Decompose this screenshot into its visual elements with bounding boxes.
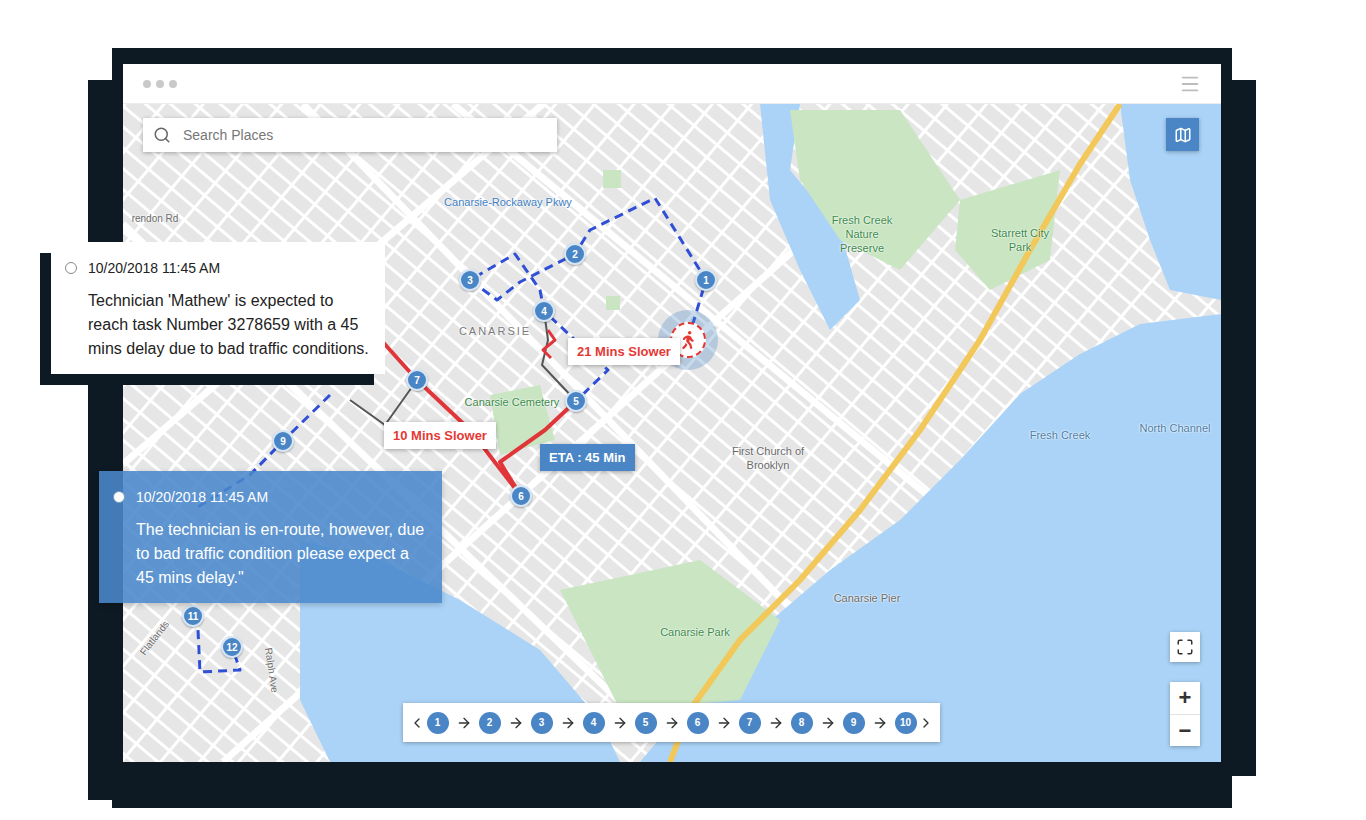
task-marker[interactable]: 4 [533, 300, 555, 322]
window-dots [143, 80, 177, 88]
map-type-button[interactable] [1166, 118, 1199, 151]
step-chip[interactable]: 5 [635, 712, 657, 734]
notification-message: The technician is en-route, however, due… [113, 518, 426, 590]
status-dot [65, 262, 77, 274]
arrow-right-icon [508, 715, 524, 731]
task-marker[interactable]: 6 [510, 485, 532, 507]
arrow-right-icon [768, 715, 784, 731]
title-bar [123, 64, 1221, 104]
step-row: 1 2 3 4 5 6 7 8 9 10 [427, 712, 917, 734]
delay-badge: 10 Mins Slower [384, 422, 496, 449]
task-marker[interactable]: 12 [221, 636, 243, 658]
map[interactable]: Canarsie-Rockaway Pkwy CANARSIE Canarsie C… [123, 104, 1221, 762]
next-button[interactable] [918, 711, 934, 735]
fullscreen-icon [1176, 638, 1194, 656]
map-label: Fresh Creek [1020, 429, 1100, 443]
previous-button[interactable] [409, 711, 425, 735]
map-label: Canarsie Cemetery [457, 396, 567, 410]
step-chip[interactable]: 2 [479, 712, 501, 734]
notification-message: Technician 'Mathew' is expected to reach… [65, 289, 369, 361]
window-dot[interactable] [156, 80, 164, 88]
task-marker[interactable]: 1 [695, 269, 717, 291]
arrow-right-icon [612, 715, 628, 731]
status-dot [113, 491, 125, 503]
backdrop [1220, 80, 1256, 776]
step-arrow [865, 715, 895, 731]
map-label: Fresh Creek Nature Preserve [822, 214, 902, 255]
arrow-right-icon [872, 715, 888, 731]
zoom-out-button[interactable]: − [1170, 714, 1200, 746]
task-marker[interactable]: 3 [459, 269, 481, 291]
step-chip[interactable]: 3 [531, 712, 553, 734]
notification-time: 10/20/2018 11:45 AM [136, 487, 268, 507]
arrow-right-icon [456, 715, 472, 731]
walking-person-icon [679, 331, 697, 349]
zoom-controls: +− [1170, 682, 1200, 746]
arrow-right-icon [820, 715, 836, 731]
window-dot[interactable] [143, 80, 151, 88]
map-label: North Channel [1132, 422, 1218, 436]
step-arrow [449, 715, 479, 731]
task-marker[interactable]: 11 [182, 605, 204, 627]
step-chip[interactable]: 6 [687, 712, 709, 734]
map-label: CANARSIE [450, 325, 540, 339]
city-blocks [123, 104, 1221, 762]
step-arrow [761, 715, 791, 731]
search-box[interactable] [143, 118, 557, 152]
notification-card[interactable]: 10/20/2018 11:45 AM Technician 'Mathew' i… [51, 242, 385, 374]
step-chip[interactable]: 10 [895, 712, 917, 734]
map-label: Canarsie Park [650, 626, 740, 640]
chevron-right-icon [918, 715, 934, 731]
step-chip[interactable]: 8 [791, 712, 813, 734]
notification-header: 10/20/2018 11:45 AM [65, 258, 369, 278]
route-stepper: 1 2 3 4 5 6 7 8 9 10 [403, 703, 940, 742]
browser-window: Canarsie-Rockaway Pkwy CANARSIE Canarsie C… [123, 64, 1221, 762]
map-label: First Church of Brooklyn [723, 445, 813, 473]
delay-badge: 21 Mins Slower [568, 338, 680, 365]
map-label: Starrett City Park [985, 227, 1055, 255]
chevron-left-icon [409, 715, 425, 731]
search-icon [153, 126, 171, 144]
map-label: Canarsie Pier [822, 592, 912, 606]
water [300, 104, 1221, 762]
step-arrow [553, 715, 583, 731]
step-arrow [709, 715, 739, 731]
task-marker[interactable]: 7 [406, 369, 428, 391]
page: Canarsie-Rockaway Pkwy CANARSIE Canarsie C… [0, 0, 1366, 820]
step-arrow [605, 715, 635, 731]
step-chip[interactable]: 9 [843, 712, 865, 734]
backdrop [88, 80, 118, 800]
task-marker[interactable]: 5 [565, 390, 587, 412]
eta-badge: ETA : 45 Min [540, 444, 635, 471]
arrow-right-icon [664, 715, 680, 731]
step-arrow [657, 715, 687, 731]
map-icon [1174, 126, 1192, 144]
arrow-right-icon [716, 715, 732, 731]
fullscreen-button[interactable] [1170, 632, 1200, 662]
arrow-right-icon [560, 715, 576, 731]
zoom-in-button[interactable]: + [1170, 682, 1200, 714]
map-label: Canarsie-Rockaway Pkwy [428, 196, 588, 210]
task-marker[interactable]: 2 [564, 243, 586, 265]
search-input[interactable] [181, 126, 547, 144]
step-chip[interactable]: 4 [583, 712, 605, 734]
parks [490, 110, 1060, 710]
step-arrow [813, 715, 843, 731]
step-arrow [501, 715, 531, 731]
notification-header: 10/20/2018 11:45 AM [113, 487, 426, 507]
notification-time: 10/20/2018 11:45 AM [88, 258, 220, 278]
task-marker[interactable]: 9 [272, 430, 294, 452]
notification-card[interactable]: 10/20/2018 11:45 AM The technician is en-… [99, 471, 442, 603]
map-label: rendon Rd [125, 213, 185, 226]
step-chip[interactable]: 7 [739, 712, 761, 734]
hamburger-icon[interactable] [1179, 73, 1201, 95]
step-chip[interactable]: 1 [427, 712, 449, 734]
highway [670, 104, 1120, 762]
window-dot[interactable] [169, 80, 177, 88]
